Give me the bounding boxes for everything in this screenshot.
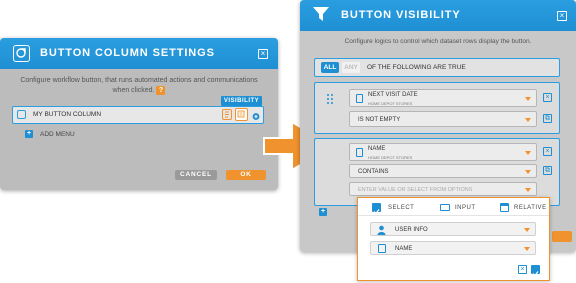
chevron-down-icon [525,118,531,122]
gear-icon[interactable] [251,109,261,120]
field-select[interactable]: NAME [370,241,536,255]
source-value: USER INFO [395,227,428,233]
remove-condition-icon[interactable]: × [543,93,552,102]
operator-select[interactable]: IS NOT EMPTY [349,111,537,127]
dialog-description: Configure logics to control which datase… [344,38,532,45]
tab-relative[interactable]: RELATIVE [514,205,547,211]
add-menu-icon[interactable]: + [25,130,33,138]
date-field-icon [356,94,363,103]
condition-field-select[interactable]: NEXT VISIT DATE HOME DEPOT STORES [349,89,537,107]
value-options-popup: SELECT INPUT RELATIVE USER INFO NAME × [357,197,550,281]
filter-icon [313,7,329,21]
visibility-settings-icon[interactable] [235,108,248,121]
dialog-header: BUTTON COLUMN SETTINGS × [0,38,278,69]
calendar-icon [500,203,509,212]
description-text: Configure workflow button, that runs aut… [20,77,258,94]
confirm-icon[interactable] [531,265,540,277]
app-logo-icon [13,45,30,62]
visibility-tag: VISIBILITY [221,96,262,106]
logic-all-toggle[interactable]: ALL [321,62,339,73]
logic-suffix: OF THE FOLLOWING ARE TRUE [367,64,466,71]
cancel-icon[interactable]: × [518,265,527,274]
text-field-icon [356,148,363,157]
button-column-label: MY BUTTON COLUMN [33,111,102,118]
chevron-down-icon [524,247,530,251]
operator-value: IS NOT EMPTY [358,117,401,123]
popup-tabs: SELECT INPUT RELATIVE [358,198,549,216]
logic-selector: ALL ANY OF THE FOLLOWING ARE TRUE [314,58,560,77]
field-label: NEXT VISIT DATE [368,92,418,98]
operator-value: CONTAINS [358,169,389,175]
user-field-icon [378,244,386,253]
chevron-down-icon [525,97,531,101]
tab-select[interactable]: SELECT [388,205,414,211]
select-checkbox-icon[interactable] [372,203,381,215]
chevron-down-icon [524,228,530,232]
field-label: NAME [368,146,386,152]
condition-block: NEXT VISIT DATE HOME DEPOT STORES × IS N… [314,82,560,134]
dialog-header: BUTTON VISIBILITY × [300,0,576,31]
dialog-title: BUTTON VISIBILITY [341,9,461,21]
button-column-row[interactable]: MY BUTTON COLUMN [12,106,264,124]
chevron-down-icon [525,188,531,192]
chevron-down-icon [525,151,531,155]
add-condition-icon[interactable]: + [319,208,327,216]
close-icon[interactable]: × [557,11,567,21]
dialog-title: BUTTON COLUMN SETTINGS [40,47,215,59]
field-value: NAME [395,246,413,252]
user-icon [377,225,386,235]
logic-any-toggle[interactable]: ANY [342,62,360,73]
help-icon[interactable]: ? [156,86,166,95]
condition-block: NAME HOME DEPOT STORES × CONTAINS ⧉ ENTE… [314,138,560,206]
duplicate-condition-icon[interactable]: ⧉ [543,166,552,175]
add-menu-label[interactable]: ADD MENU [40,131,75,138]
drag-handle-icon[interactable] [327,94,333,104]
condition-field-select[interactable]: NAME HOME DEPOT STORES [349,143,537,161]
field-source: HOME DEPOT STORES [368,101,413,106]
close-icon[interactable]: × [258,49,268,59]
input-field-icon [440,204,450,211]
value-input[interactable]: ENTER VALUE OR SELECT FROM OPTIONS [349,182,537,196]
edit-icon[interactable] [222,109,232,120]
dialog-description: Configure workflow button, that runs aut… [12,76,266,96]
field-source: HOME DEPOT STORES [368,155,413,160]
operator-select[interactable]: CONTAINS [349,164,537,178]
ok-button[interactable]: OK [226,170,266,180]
chevron-down-icon [525,170,531,174]
button-column-icon [17,110,26,119]
remove-condition-icon[interactable]: × [543,147,552,156]
duplicate-condition-icon[interactable]: ⧉ [543,114,552,123]
tab-input[interactable]: INPUT [455,205,476,211]
value-placeholder: ENTER VALUE OR SELECT FROM OPTIONS [358,187,473,193]
ok-button-partial[interactable] [552,231,572,242]
cancel-button[interactable]: CANCEL [175,170,217,180]
source-select[interactable]: USER INFO [370,222,536,236]
